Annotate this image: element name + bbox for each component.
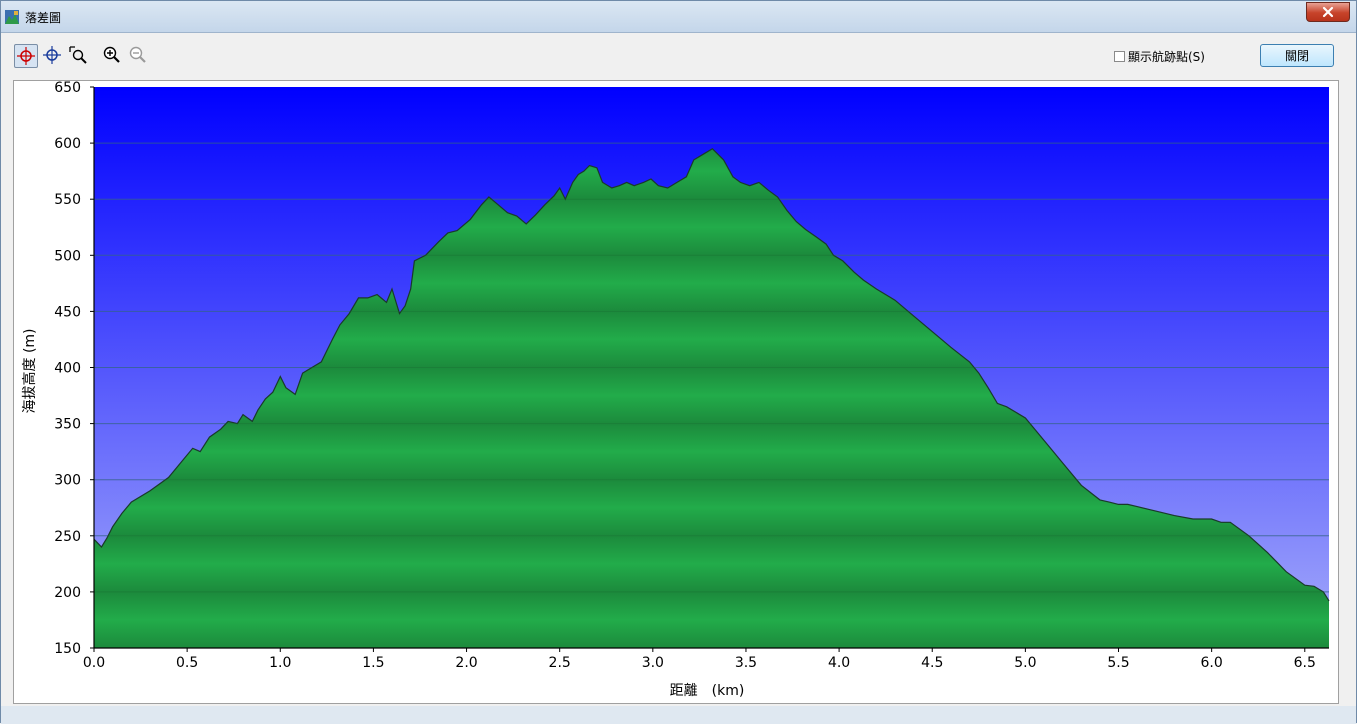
x-tick-label: 1.5	[362, 655, 384, 671]
elevation-profile-window: 落差圖 顯示航跡點(S) 關閉 150 200 250 300 350 400 …	[0, 0, 1357, 724]
show-track-points-label: 顯示航跡點(S)	[1128, 50, 1205, 64]
zoom-out-icon	[129, 46, 146, 63]
y-tick-label: 600	[54, 136, 81, 152]
close-button[interactable]: 關閉	[1260, 44, 1334, 67]
crosshair-red-icon	[17, 47, 35, 65]
zoom-in-icon	[103, 46, 120, 63]
crosshair-red-tool[interactable]	[14, 44, 38, 68]
crosshair-blue-icon	[43, 46, 61, 64]
y-tick-label: 300	[54, 473, 81, 489]
x-tick-label: 0.5	[176, 655, 198, 671]
x-axis-ticks: 0.0 0.5 1.0 1.5 2.0 2.5 3.0 3.5 4.0 4.5 5.0 5.5 6.0 6…	[83, 648, 1316, 671]
chart-area: 150 200 250 300 350 400 450 500 550 600 650 0.0 0.5…	[13, 80, 1339, 704]
y-tick-label: 450	[54, 304, 81, 320]
close-icon	[1322, 6, 1334, 18]
y-tick-label: 350	[54, 417, 81, 433]
y-tick-label: 500	[54, 248, 81, 264]
window-title: 落差圖	[25, 11, 62, 25]
x-tick-label: 1.0	[269, 655, 291, 671]
x-tick-label: 0.0	[83, 655, 105, 671]
y-axis-ticks: 150 200 250 300 350 400 450 500 550 600 650	[54, 80, 94, 657]
y-tick-label: 250	[54, 529, 81, 545]
show-track-points-toggle[interactable]: 顯示航跡點(S)	[1114, 48, 1205, 65]
y-tick-label: 400	[54, 361, 81, 377]
toolbar: 顯示航跡點(S) 關閉	[1, 32, 1356, 78]
x-tick-label: 3.0	[642, 655, 664, 671]
y-tick-label: 150	[54, 641, 81, 657]
y-tick-label: 650	[54, 81, 81, 96]
x-tick-label: 3.5	[735, 655, 757, 671]
elevation-chart[interactable]: 150 200 250 300 350 400 450 500 550 600 650 0.0 0.5…	[14, 80, 1338, 703]
y-tick-label: 550	[54, 192, 81, 208]
status-strip	[1, 706, 1356, 724]
x-tick-label: 2.0	[455, 655, 477, 671]
x-tick-label: 6.5	[1294, 655, 1316, 671]
zoom-out-tool[interactable]	[127, 44, 151, 68]
y-axis-label: 海拔高度 (m)	[21, 328, 38, 413]
x-tick-label: 5.5	[1107, 655, 1129, 671]
title-bar[interactable]: 落差圖	[1, 1, 1356, 33]
crosshair-blue-tool[interactable]	[41, 44, 65, 68]
zoom-region-icon	[69, 46, 87, 64]
zoom-in-tool[interactable]	[101, 44, 125, 68]
zoom-region-tool[interactable]	[67, 44, 91, 68]
x-tick-label: 6.0	[1201, 655, 1223, 671]
x-tick-label: 4.0	[828, 655, 850, 671]
x-axis-label: 距離 (km)	[670, 682, 745, 699]
x-tick-label: 5.0	[1014, 655, 1036, 671]
x-tick-label: 2.5	[549, 655, 571, 671]
show-track-points-checkbox[interactable]	[1114, 51, 1125, 62]
app-icon	[5, 10, 19, 24]
window-close-button[interactable]	[1306, 2, 1350, 22]
x-tick-label: 4.5	[921, 655, 943, 671]
y-tick-label: 200	[54, 585, 81, 601]
